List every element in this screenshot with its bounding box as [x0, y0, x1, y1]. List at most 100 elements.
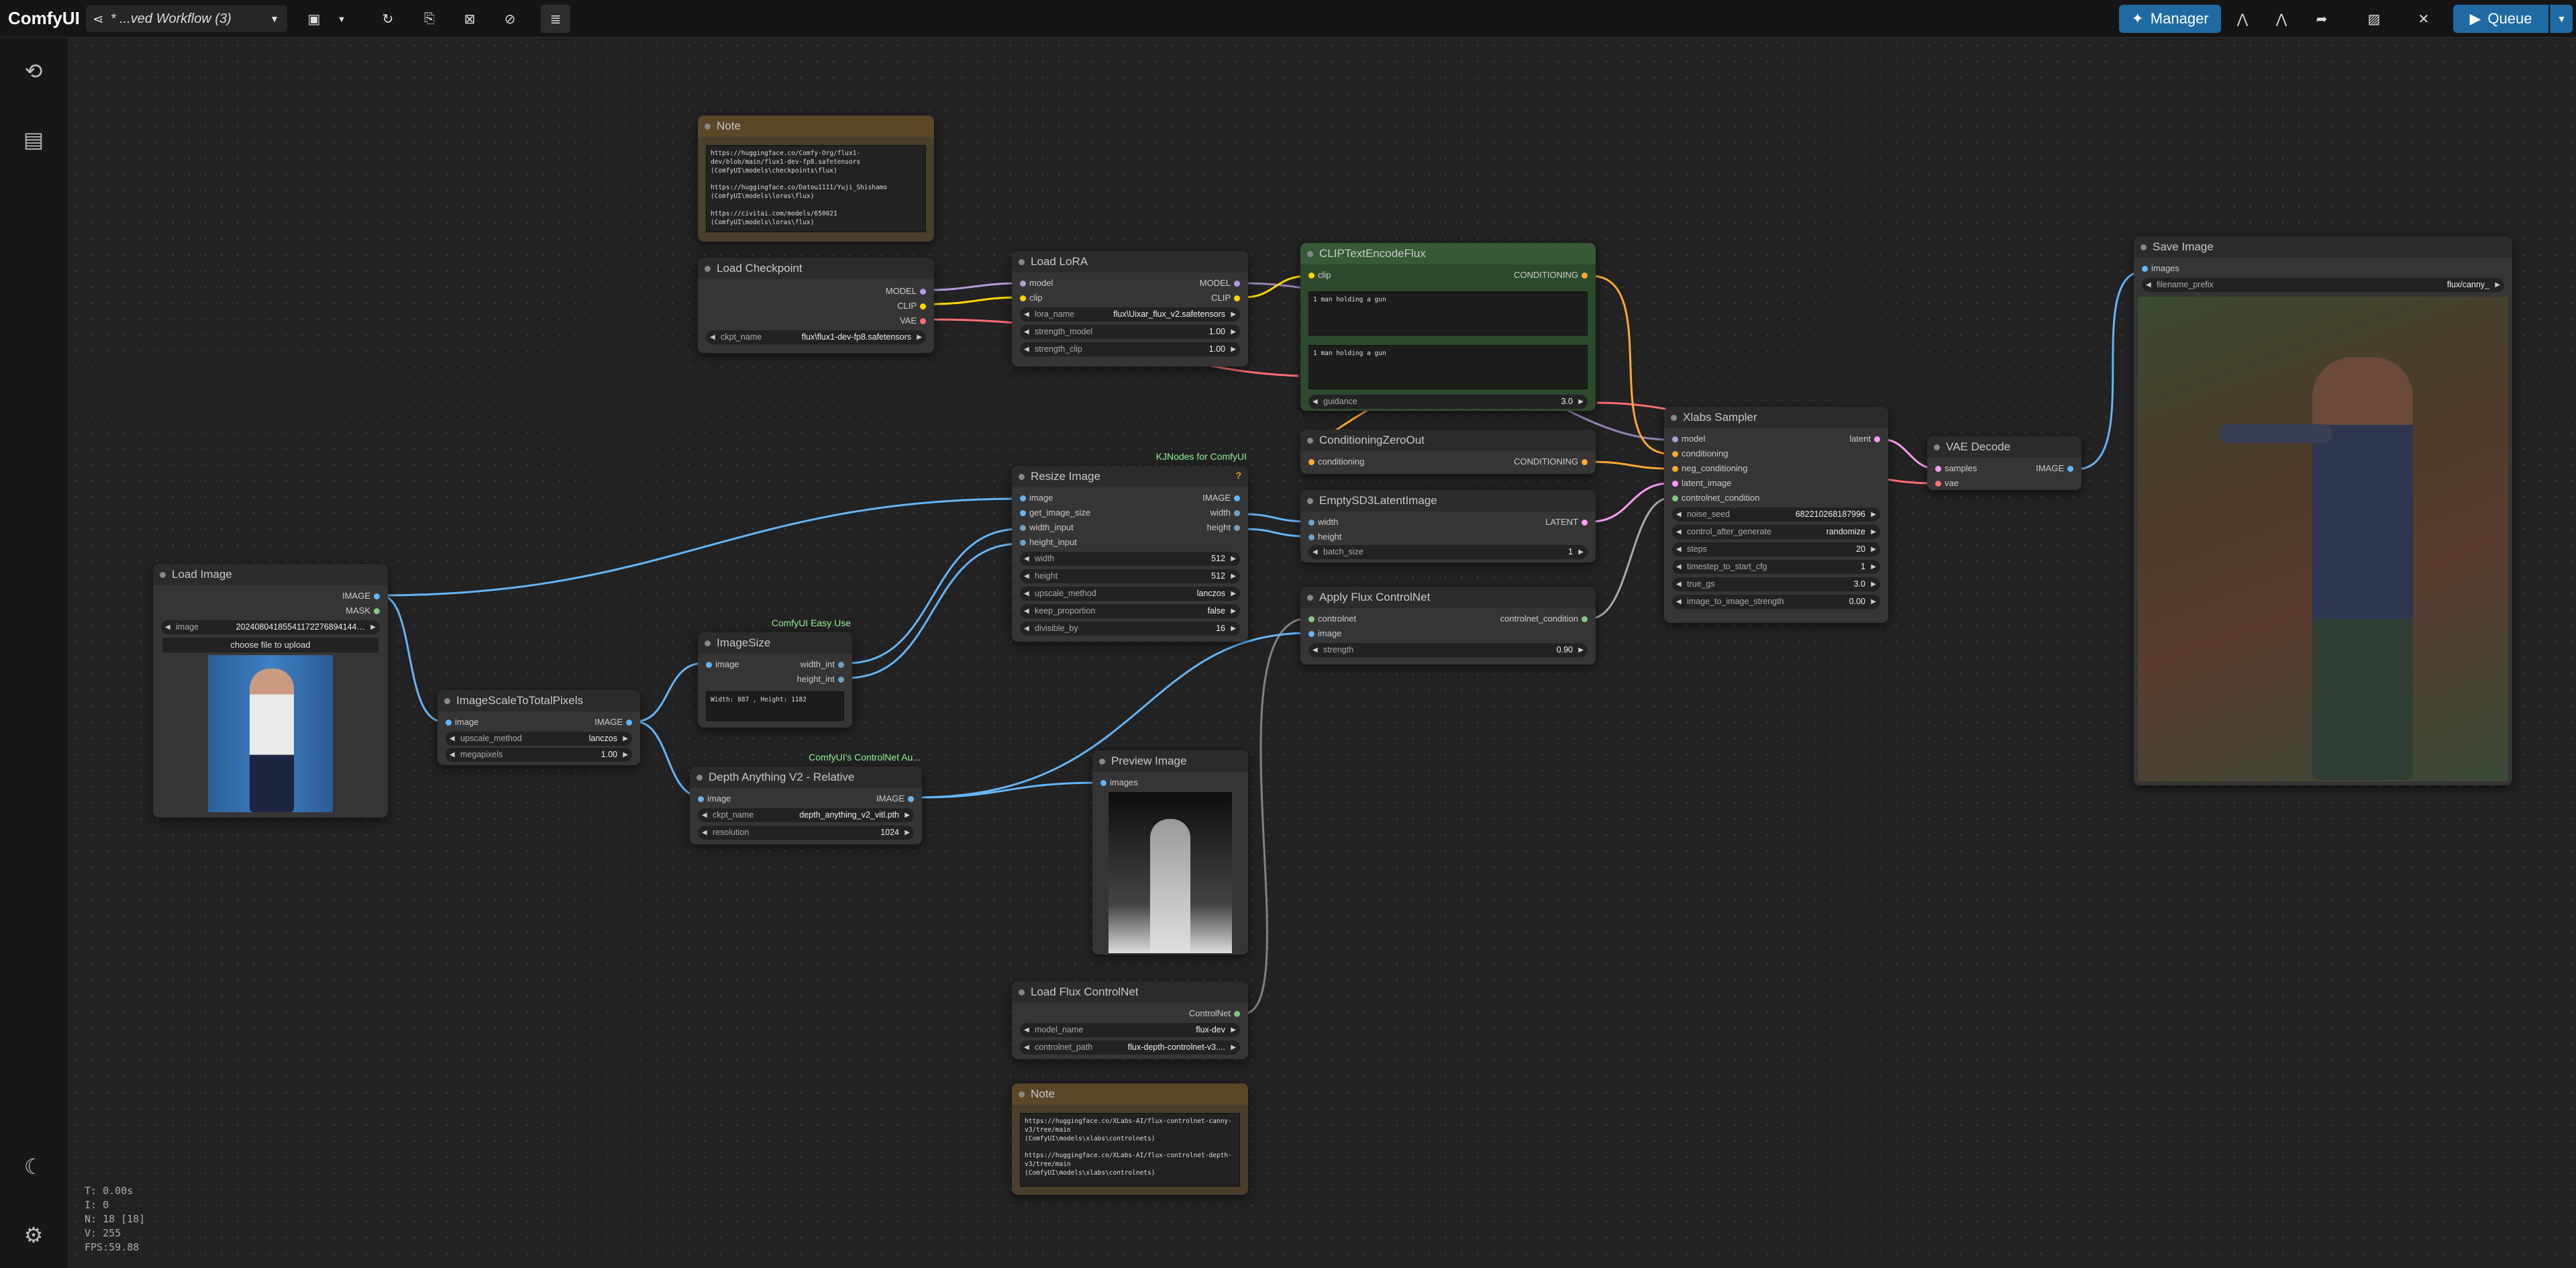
output-controlnet[interactable]: ControlNet [1189, 1007, 1240, 1020]
input-image[interactable]: image [1308, 627, 1341, 640]
t5xxl-text[interactable]: 1 man holding a gun [1308, 345, 1588, 389]
node-title[interactable]: Resize Image [1012, 466, 1248, 487]
node-title[interactable]: Note [1012, 1083, 1248, 1105]
node-title[interactable]: Preview Image [1092, 750, 1248, 772]
note-text[interactable]: https://huggingface.co/XLabs-AI/flux-con… [1020, 1113, 1240, 1187]
width-widget[interactable]: width512 [1020, 552, 1240, 566]
input-width-input[interactable]: width_input [1020, 521, 1074, 534]
input-image[interactable]: image [1020, 491, 1053, 505]
input-width[interactable]: width [1308, 516, 1338, 529]
node-title[interactable]: ConditioningZeroOut [1300, 430, 1596, 451]
save-image-node[interactable]: Save Image images filename_prefixflux/ca… [2134, 236, 2512, 785]
model-search-icon[interactable]: ⋀ [2265, 5, 2298, 33]
depth-map-preview[interactable] [1109, 792, 1232, 953]
controlnet-path-widget[interactable]: controlnet_pathflux-depth-controlnet-v3.… [1020, 1040, 1240, 1055]
height-widget[interactable]: height512 [1020, 569, 1240, 583]
theme-toggle-icon[interactable]: ☾ [15, 1148, 52, 1185]
history-icon[interactable]: ⟲ [15, 52, 52, 90]
node-title[interactable]: Load LoRA [1012, 251, 1248, 273]
choose-file-button[interactable]: choose file to upload [162, 638, 378, 652]
save-icon[interactable]: ▣ [301, 5, 327, 33]
output-width[interactable]: width [1210, 506, 1240, 520]
control-after-generate-widget[interactable]: control_after_generaterandomize [1672, 525, 1880, 539]
node-title[interactable]: Xlabs Sampler [1664, 407, 1888, 428]
queue-list-icon[interactable]: ▤ [15, 121, 52, 158]
clipboard-icon[interactable]: ⎘ [415, 5, 444, 33]
input-image[interactable]: image [446, 716, 478, 729]
input-clip[interactable]: clip [1308, 269, 1331, 282]
image-scale-to-total-pixels-node[interactable]: ImageScaleToTotalPixels image IMAGE upsc… [437, 690, 640, 765]
conditioning-zero-out-node[interactable]: ConditioningZeroOut conditioning CONDITI… [1300, 430, 1596, 474]
gallery-icon[interactable]: ▨ [2358, 5, 2390, 33]
apply-flux-controlnet-node[interactable]: Apply Flux ControlNet controlnet image c… [1300, 587, 1596, 665]
output-latent[interactable]: latent [1849, 432, 1880, 446]
node-title[interactable]: Note [698, 115, 934, 137]
load-flux-controlnet-node[interactable]: Load Flux ControlNet ControlNet model_na… [1012, 981, 1248, 1059]
input-images[interactable]: images [1100, 776, 1138, 789]
workflow-tab[interactable]: ⋖ * ...ved Workflow (3) ▼ [86, 5, 287, 32]
divisible-by-widget[interactable]: divisible_by16 [1020, 622, 1240, 636]
manager-button[interactable]: ✦ Manager [2119, 5, 2221, 33]
help-icon[interactable]: ? [1235, 470, 1241, 481]
note-node-models[interactable]: Note https://huggingface.co/Comfy-Org/fl… [698, 115, 934, 242]
image-select-widget[interactable]: image20240804185541172276894144… [161, 620, 380, 634]
node-title[interactable]: ImageSize [698, 632, 852, 654]
output-image[interactable]: IMAGE [595, 716, 632, 729]
note-node-controlnets[interactable]: Note https://huggingface.co/XLabs-AI/flu… [1012, 1083, 1248, 1195]
toggle-panel-icon[interactable]: ≣ [541, 5, 570, 33]
civitai-icon[interactable]: ⋀ [2226, 5, 2259, 33]
model-name-widget[interactable]: model_nameflux-dev [1020, 1023, 1240, 1037]
node-title[interactable]: CLIPTextEncodeFlux [1300, 243, 1596, 264]
output-image[interactable]: IMAGE [2036, 462, 2073, 475]
node-title[interactable]: VAE Decode [1927, 436, 2081, 458]
note-text[interactable]: https://huggingface.co/Comfy-Org/flux1-d… [706, 145, 926, 232]
input-model[interactable]: model [1672, 432, 1705, 446]
clip-l-text[interactable]: 1 man holding a gun [1308, 291, 1588, 336]
refresh-icon[interactable]: ↻ [373, 5, 403, 33]
input-image[interactable]: image [706, 658, 739, 671]
output-vae[interactable]: VAE [900, 314, 926, 328]
input-image-preview[interactable] [208, 655, 333, 812]
comfyui-logo[interactable]: ComfyUI [8, 8, 80, 29]
keep-proportion-toggle[interactable]: keep_proportionfalse [1020, 604, 1240, 618]
depth-anything-v2-node[interactable]: ComfyUI's ControlNet Au... Depth Anythin… [690, 752, 922, 844]
upscale-method-widget[interactable]: upscale_methodlanczos [1020, 587, 1240, 601]
output-image-preview[interactable] [2138, 297, 2508, 781]
resize-image-node[interactable]: KJNodes for ComfyUI Resize Image ? image… [1012, 451, 1248, 642]
node-title[interactable]: Depth Anything V2 - Relative [690, 767, 922, 788]
input-controlnet[interactable]: controlnet [1308, 612, 1356, 626]
upscale-method-widget[interactable]: upscale_methodlanczos [446, 732, 632, 746]
strength-widget[interactable]: strength0.90 [1308, 643, 1588, 657]
output-image[interactable]: IMAGE [876, 792, 914, 806]
input-neg-conditioning[interactable]: neg_conditioning [1672, 462, 1747, 475]
node-title[interactable]: Save Image [2134, 236, 2512, 258]
image-size-node[interactable]: ComfyUI Easy Use ImageSize image width_i… [698, 618, 852, 728]
load-checkpoint-node[interactable]: Load Checkpoint MODEL CLIP VAE ckpt_name… [698, 258, 934, 353]
cancel-icon[interactable]: ⊘ [495, 5, 525, 33]
input-height[interactable]: height [1308, 530, 1341, 544]
output-height-int[interactable]: height_int [797, 673, 844, 686]
output-width-int[interactable]: width_int [801, 658, 844, 671]
xlabs-sampler-node[interactable]: Xlabs Sampler model conditioning neg_con… [1664, 407, 1888, 623]
node-title[interactable]: ImageScaleToTotalPixels [437, 690, 640, 712]
queue-button[interactable]: ▶ Queue [2453, 5, 2548, 33]
input-samples[interactable]: samples [1935, 462, 1977, 475]
vae-decode-node[interactable]: VAE Decode samples vae IMAGE [1927, 436, 2081, 490]
input-vae[interactable]: vae [1935, 477, 1959, 490]
output-image[interactable]: IMAGE [342, 589, 380, 603]
input-clip[interactable]: clip [1020, 291, 1043, 305]
guidance-widget[interactable]: guidance3.0 [1308, 395, 1588, 409]
output-clip[interactable]: CLIP [897, 299, 926, 313]
input-latent-image[interactable]: latent_image [1672, 477, 1731, 490]
output-conditioning[interactable]: CONDITIONING [1514, 269, 1588, 282]
image-to-image-strength-widget[interactable]: image_to_image_strength0.00 [1672, 595, 1880, 609]
filename-prefix-widget[interactable]: filename_prefixflux/canny_ [2142, 278, 2504, 292]
noise-seed-widget[interactable]: noise_seed682210268187996 [1672, 507, 1880, 522]
share-icon[interactable]: ➦ [2306, 5, 2338, 33]
settings-gear-icon[interactable]: ⚙ [15, 1216, 52, 1254]
input-conditioning[interactable]: conditioning [1672, 447, 1728, 460]
output-clip[interactable]: CLIP [1211, 291, 1240, 305]
output-conditioning[interactable]: CONDITIONING [1514, 455, 1588, 469]
input-get-image-size[interactable]: get_image_size [1020, 506, 1090, 520]
node-title[interactable]: Apply Flux ControlNet [1300, 587, 1596, 608]
